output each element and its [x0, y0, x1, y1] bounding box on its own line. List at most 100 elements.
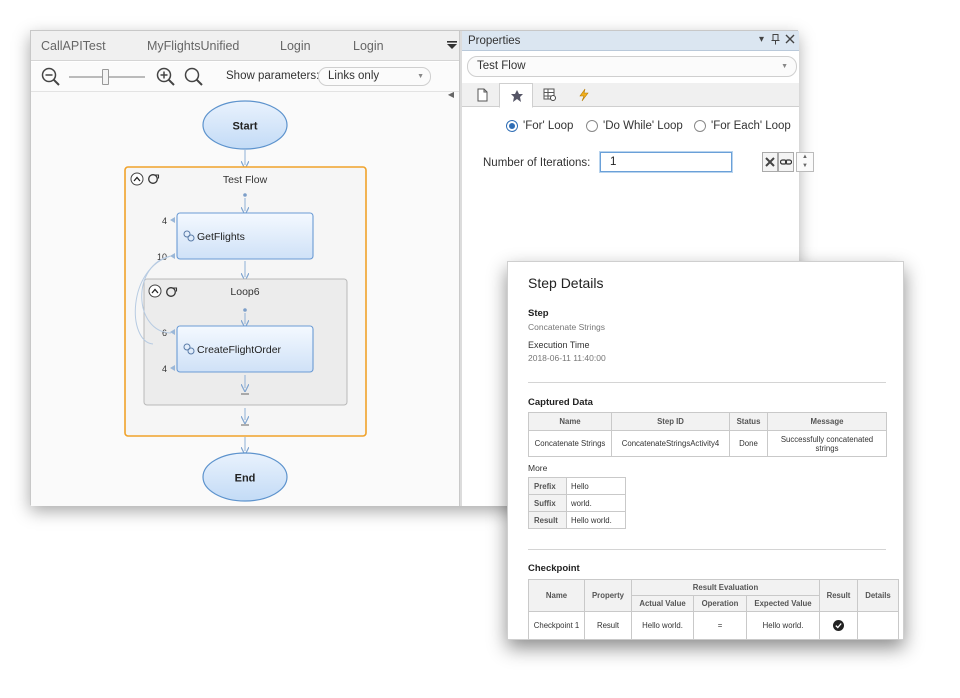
properties-title: Properties	[468, 35, 521, 47]
radio-for-loop-label: 'For' Loop	[523, 120, 574, 132]
more-table: Prefix Hello Suffix world. Result Hello …	[528, 477, 626, 529]
iterations-input[interactable]: 1	[600, 152, 732, 172]
column-header: Name	[528, 412, 612, 431]
execution-time-value: 2018-06-11 11:40:00	[528, 353, 606, 363]
table-cell: Result	[528, 511, 567, 529]
tab-data[interactable]	[533, 83, 567, 107]
zoom-slider[interactable]	[69, 69, 145, 85]
zoom-fit-icon[interactable]	[183, 66, 205, 91]
getflights-input-count: 4	[162, 216, 167, 226]
table-cell	[857, 611, 899, 640]
step-details-title: Step Details	[528, 275, 604, 291]
getflights-label: GetFlights	[197, 231, 245, 243]
dropdown-arrow-icon[interactable]: ▾	[759, 34, 764, 45]
step-name: Concatenate Strings	[528, 322, 606, 332]
step-heading: Step	[528, 308, 549, 319]
section-divider	[528, 549, 886, 550]
table-cell: Result	[584, 611, 632, 640]
connector-dot	[243, 193, 247, 197]
start-node-label: Start	[232, 121, 257, 133]
properties-header: Properties ▾	[462, 31, 799, 51]
end-node-label: End	[235, 473, 256, 485]
zoom-slider-thumb[interactable]	[102, 69, 109, 85]
show-parameters-label: Show parameters:	[226, 70, 320, 82]
loop6-label: Loop6	[230, 286, 259, 298]
link-parameter-button[interactable]	[778, 152, 794, 172]
column-header: Step ID	[611, 412, 730, 431]
radio-do-while-loop-label: 'Do While' Loop	[603, 120, 683, 132]
getflights-output-count: 10	[157, 252, 167, 262]
createflightorder-label: CreateFlightOrder	[197, 344, 282, 356]
end-node[interactable]: End	[202, 452, 288, 502]
properties-tabs	[462, 83, 799, 108]
flow-canvas: Start Test Flow GetFlights 4 10 Loop6 Cr…	[31, 92, 461, 506]
tab-list-menu-icon[interactable]	[447, 40, 457, 52]
table-cell: Prefix	[528, 477, 567, 495]
canvas-toolbar: Show parameters: Links only ▼	[31, 62, 461, 92]
table-cell: Concatenate Strings	[528, 430, 612, 457]
radio-button-selected[interactable]	[506, 120, 518, 132]
properties-scope-value: Test Flow	[477, 60, 526, 72]
tab-callapitest[interactable]: CallAPITest	[41, 31, 106, 61]
tab-events[interactable]	[567, 83, 601, 107]
chevron-down-icon: ▼	[781, 63, 788, 70]
grid-search-icon	[543, 88, 556, 101]
getflights-activity[interactable]: GetFlights	[176, 212, 314, 260]
tab-general[interactable]	[465, 83, 499, 107]
radio-button[interactable]	[694, 120, 706, 132]
tab-myflightsunified[interactable]: MyFlightsUnified	[147, 31, 239, 61]
chevron-down-icon: ▼	[417, 73, 424, 80]
clear-icon	[765, 157, 775, 167]
show-parameters-select[interactable]: Links only ▼	[318, 67, 431, 86]
collapse-arrow-icon[interactable]: ◀	[442, 83, 460, 107]
radio-button[interactable]	[586, 120, 598, 132]
table-cell: =	[693, 611, 747, 640]
radio-for-each-loop-label: 'For Each' Loop	[711, 120, 791, 132]
column-header: Status	[729, 412, 768, 431]
zoom-out-icon[interactable]	[40, 66, 62, 91]
table-cell: Checkpoint 1	[528, 611, 585, 640]
table-row: Concatenate Strings ConcatenateStringsAc…	[528, 430, 887, 457]
document-icon	[477, 88, 488, 102]
table-cell: ConcatenateStringsActivity4	[611, 430, 730, 457]
column-header: Name	[528, 579, 585, 612]
start-node[interactable]: Start	[202, 100, 288, 150]
table-cell	[819, 611, 858, 640]
table-cell: Hello world.	[746, 611, 820, 640]
createflightorder-activity[interactable]: CreateFlightOrder	[176, 325, 314, 373]
tab-login-1[interactable]: Login	[280, 31, 311, 61]
table-cell: Suffix	[528, 494, 567, 512]
pin-icon[interactable]	[771, 34, 780, 48]
column-header: Details	[857, 579, 899, 612]
checkpoint-table: Name Property Result Evaluation Result D…	[528, 579, 899, 640]
tab-login-2[interactable]: Login	[353, 31, 384, 61]
column-header: Result	[819, 579, 858, 612]
collapse-icon[interactable]	[130, 172, 144, 186]
column-header: Operation	[693, 595, 747, 612]
loop-settings-icon	[511, 90, 523, 102]
step-details-panel: Step Details Step Concatenate Strings Ex…	[507, 261, 904, 640]
table-row: Checkpoint 1 Result Hello world. = Hello…	[528, 611, 899, 640]
table-header-row: Name Step ID Status Message	[528, 412, 887, 431]
collapse-icon[interactable]	[148, 284, 162, 298]
captured-data-heading: Captured Data	[528, 397, 593, 408]
lightning-icon	[579, 88, 589, 102]
table-cell: Successfully concatenated strings	[767, 430, 887, 457]
clear-value-button[interactable]	[762, 152, 778, 172]
column-header: Expected Value	[746, 595, 820, 612]
checkpoint-heading: Checkpoint	[528, 563, 580, 574]
iterations-spinner[interactable]: ▲ ▼	[796, 152, 814, 172]
show-parameters-value: Links only	[328, 70, 380, 82]
close-icon[interactable]	[785, 34, 795, 47]
table-cell: Hello world.	[631, 611, 694, 640]
zoom-in-icon[interactable]	[155, 66, 177, 91]
table-row: Result Hello world.	[528, 511, 626, 529]
test-flow-label: Test Flow	[223, 174, 268, 186]
table-row: Suffix world.	[528, 494, 626, 512]
more-label: More	[528, 463, 548, 473]
document-tabstrip: CallAPITest MyFlightsUnified Login Login	[31, 31, 461, 61]
column-header: Property	[584, 579, 632, 612]
properties-scope-select[interactable]: Test Flow ▼	[467, 56, 797, 77]
tab-loop[interactable]	[499, 83, 533, 108]
table-cell: Hello world.	[566, 511, 626, 529]
